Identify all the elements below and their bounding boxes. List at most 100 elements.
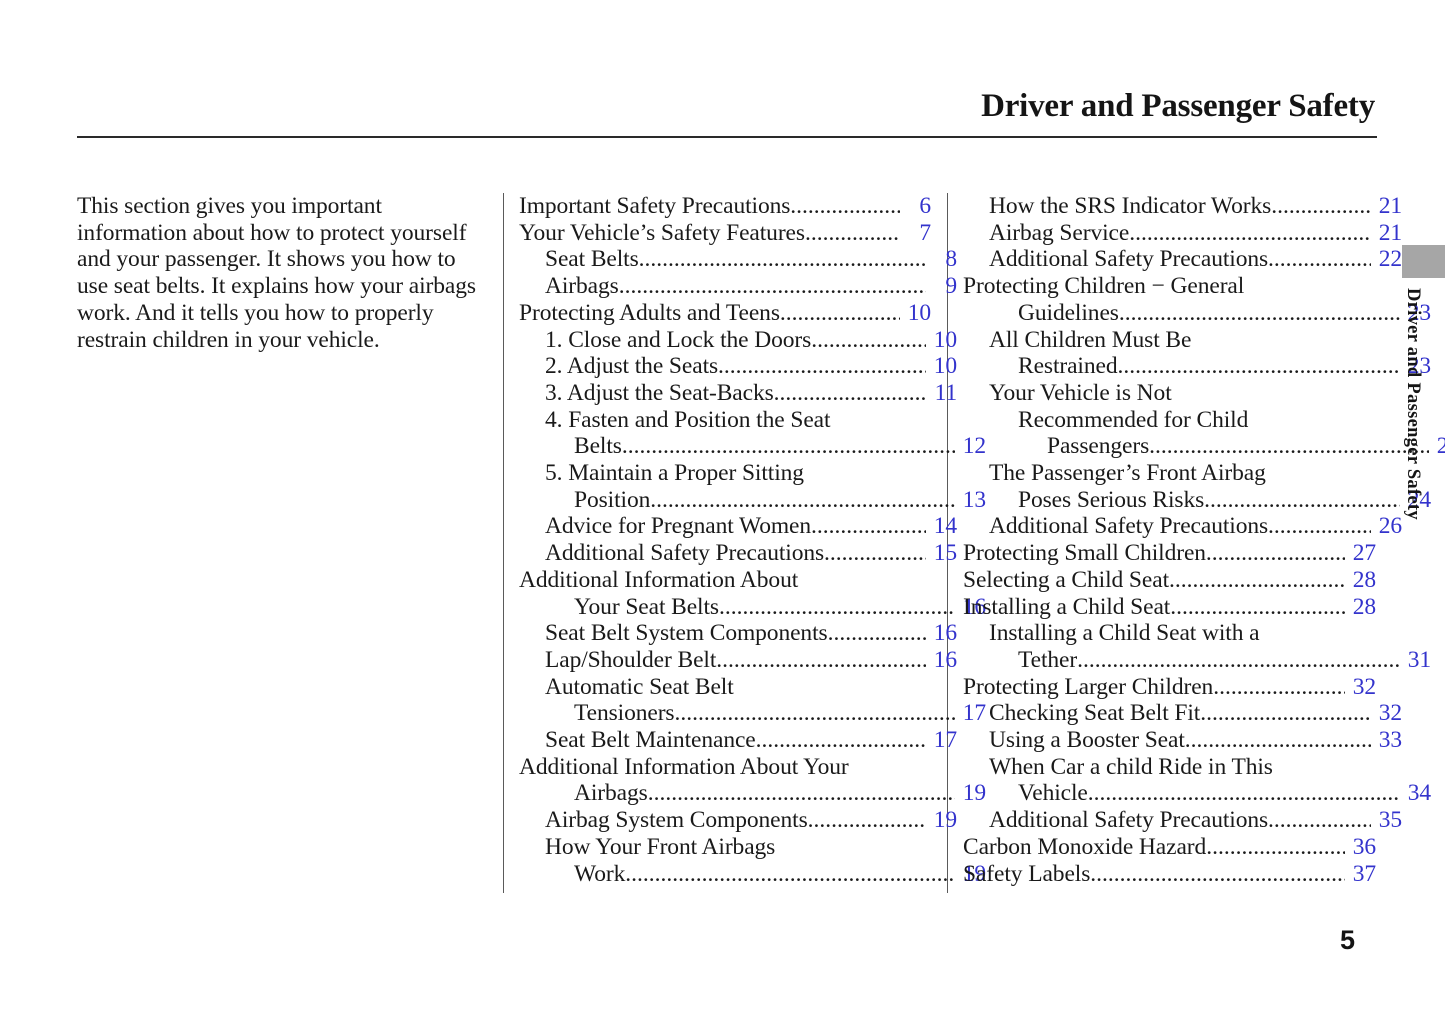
toc-entry[interactable]: Protecting Adults and Teens 10	[519, 300, 931, 327]
toc-entry[interactable]: Additional Information About Your Airbags…	[519, 754, 986, 807]
toc-entry[interactable]: Additional Information About Your Seat Be…	[519, 567, 986, 620]
toc-page-number[interactable]: 19	[926, 807, 957, 834]
toc-entry-label: Protecting Larger Children	[963, 673, 1214, 700]
toc-page-number[interactable]: 8	[926, 246, 957, 273]
toc-dot-leader	[811, 327, 926, 354]
toc-entry-label: Using a Booster Seat	[989, 727, 1185, 754]
toc-entry[interactable]: Selecting a Child Seat 28	[963, 567, 1376, 594]
toc-entry[interactable]: Using a Booster Seat 33	[963, 727, 1402, 754]
toc-entry[interactable]: Additional Safety Precautions 35	[963, 807, 1402, 834]
toc-page-number[interactable]: 37	[1345, 861, 1376, 888]
toc-entry-line: Tensioners17	[519, 700, 986, 727]
toc-page-number[interactable]: 28	[1345, 567, 1376, 594]
toc-entry[interactable]: Lap/Shoulder Belt 16	[519, 647, 957, 674]
toc-page-number[interactable]: 32	[1345, 674, 1376, 701]
toc-entry[interactable]: Checking Seat Belt Fit 32	[963, 700, 1402, 727]
toc-entry-line: 1. Close and Lock the Doors 10	[519, 327, 957, 354]
toc-entry-label: Your Seat Belts	[574, 593, 719, 620]
toc-entry-label: Guidelines	[1018, 299, 1119, 326]
toc-page-number[interactable]: 9	[926, 273, 957, 300]
toc-entry-label: Checking Seat Belt Fit	[989, 700, 1201, 727]
toc-entry[interactable]: Safety Labels 37	[963, 861, 1376, 888]
toc-entry[interactable]: Your Vehicle’s Safety Features 7	[519, 220, 931, 247]
toc-entry[interactable]: Automatic Seat BeltTensioners17	[519, 674, 986, 727]
toc-entry[interactable]: Installing a Child Seat with aTether 31	[963, 620, 1431, 673]
toc-entry[interactable]: Advice for Pregnant Women 14	[519, 513, 957, 540]
toc-entry[interactable]: 2. Adjust the Seats 10	[519, 353, 957, 380]
toc-page-number[interactable]: 27	[1345, 540, 1376, 567]
toc-entry-label: Position	[574, 486, 651, 513]
toc-entry-label: Installing a Child Seat with a	[989, 620, 1260, 647]
toc-entry[interactable]: Additional Safety Precautions26	[963, 513, 1402, 540]
toc-page-number[interactable]: 24	[1429, 433, 1445, 460]
toc-page-number[interactable]: 17	[926, 727, 957, 754]
toc-entry[interactable]: Seat Belt Maintenance 17	[519, 727, 957, 754]
toc-entry-line: Protecting Children − General	[963, 273, 1376, 300]
toc-entry[interactable]: 1. Close and Lock the Doors 10	[519, 327, 957, 354]
toc-entry[interactable]: Protecting Small Children 27	[963, 540, 1376, 567]
toc-entry[interactable]: When Car a child Ride in ThisVehicle 34	[963, 754, 1431, 807]
toc-entry[interactable]: Protecting Larger Children 32	[963, 674, 1376, 701]
toc-entry[interactable]: 4. Fasten and Position the SeatBelts12	[519, 407, 986, 460]
toc-entry-label: Protecting Adults and Teens	[519, 299, 780, 326]
toc-entry[interactable]: 5. Maintain a Proper SittingPosition13	[519, 460, 986, 513]
toc-entry-line: Restrained23	[963, 353, 1431, 380]
toc-dot-leader	[648, 780, 955, 807]
toc-page-number[interactable]: 21	[1371, 193, 1402, 220]
toc-dot-leader	[1185, 727, 1371, 754]
toc-page-number[interactable]: 10	[926, 353, 957, 380]
toc-entry-label: Additional Safety Precautions	[989, 513, 1269, 540]
toc-page-number[interactable]: 21	[1371, 220, 1402, 247]
toc-page-number[interactable]: 33	[1371, 727, 1402, 754]
toc-page-number[interactable]: 7	[900, 220, 931, 247]
toc-page-number[interactable]: 15	[926, 540, 957, 567]
toc-page-number[interactable]: 35	[1371, 807, 1402, 834]
toc-entry[interactable]: Airbag System Components 19	[519, 807, 957, 834]
toc-entry[interactable]: The Passenger’s Front Airbag Poses Seriou…	[963, 460, 1431, 513]
toc-page-number[interactable]: 36	[1345, 834, 1376, 861]
toc-entry[interactable]: All Children Must BeRestrained23	[963, 327, 1431, 380]
toc-entry[interactable]: Installing a Child Seat 28	[963, 594, 1376, 621]
toc-entry[interactable]: Important Safety Precautions 6	[519, 193, 931, 220]
toc-entry[interactable]: How Your Front AirbagsWork19	[519, 834, 986, 887]
toc-entry-label: Recommended for Child	[1018, 406, 1249, 433]
toc-entry[interactable]: How the SRS Indicator Works 21	[963, 193, 1402, 220]
toc-entry-label: Advice for Pregnant Women	[545, 513, 812, 540]
toc-entry[interactable]: Airbag Service 21	[963, 220, 1402, 247]
toc-entry[interactable]: Carbon Monoxide Hazard 36	[963, 834, 1376, 861]
toc-dot-leader	[1206, 540, 1345, 567]
toc-page-number[interactable]: 34	[1400, 780, 1431, 807]
toc-dot-leader	[719, 594, 955, 621]
toc-dot-leader	[756, 727, 926, 754]
toc-page-number[interactable]: 16	[926, 647, 957, 674]
toc-entry[interactable]: Additional Safety Precautions 15	[519, 540, 957, 567]
toc-page-number[interactable]: 10	[926, 327, 957, 354]
toc-entry[interactable]: Additional Safety Precautions 22	[963, 246, 1402, 273]
toc-page-number[interactable]: 10	[900, 300, 931, 327]
toc-page-number[interactable]: 22	[1371, 246, 1402, 273]
toc-entry[interactable]: Your Vehicle is Not Recommended for Child…	[963, 380, 1445, 460]
page-title: Driver and Passenger Safety	[981, 88, 1375, 124]
toc-page-number[interactable]: 16	[926, 620, 957, 647]
toc-entry[interactable]: 3. Adjust the Seat-Backs 11	[519, 380, 957, 407]
toc-page-number[interactable]: 6	[900, 193, 931, 220]
toc-dot-leader	[619, 273, 926, 300]
toc-entry[interactable]: Protecting Children − GeneralGuidelines2…	[963, 273, 1431, 326]
toc-entry-line: Protecting Small Children 27	[963, 540, 1376, 567]
toc-page-number[interactable]: 32	[1371, 700, 1402, 727]
toc-entry[interactable]: Seat Belt System Components 16	[519, 620, 957, 647]
toc-entry[interactable]: Airbags 9	[519, 273, 957, 300]
section-tab-label: Driver and Passenger Safety	[1403, 288, 1423, 520]
toc-page-number[interactable]: 31	[1400, 647, 1431, 674]
toc-dot-leader	[1206, 834, 1345, 861]
toc-dot-leader	[1268, 807, 1371, 834]
toc-page-number[interactable]: 14	[926, 513, 957, 540]
toc-page-number[interactable]: 28	[1345, 594, 1376, 621]
toc-entry[interactable]: Seat Belts 8	[519, 246, 957, 273]
toc-page-number[interactable]: 11	[926, 380, 958, 407]
toc-dot-leader	[1088, 780, 1400, 807]
toc-dot-leader	[1204, 487, 1400, 514]
toc-entry-label: Poses Serious Risks	[1018, 486, 1205, 513]
toc-entry-label: Tensioners	[574, 700, 675, 727]
toc-dot-leader	[1169, 567, 1345, 594]
